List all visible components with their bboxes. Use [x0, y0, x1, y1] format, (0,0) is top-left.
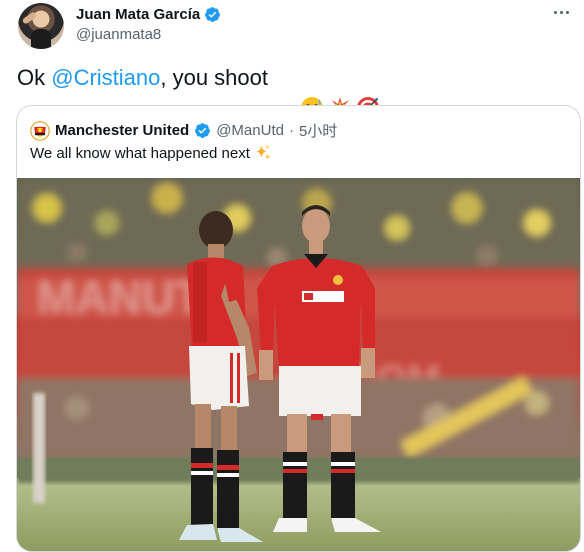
quoted-tweet-photo[interactable]: MANUTD COM	[17, 178, 580, 551]
avatar-shirt-detail	[31, 29, 51, 49]
quoted-tweet-text-content: We all know what happened next	[30, 144, 250, 162]
tweet-text-suffix: , you shoot	[160, 65, 269, 90]
verified-badge-icon	[195, 123, 211, 138]
stadium-scene-illustration: MANUTD COM	[17, 178, 580, 551]
quoted-tweet-time[interactable]: 5小时	[299, 120, 337, 141]
quoted-tweet-text: We all know what happened next	[30, 144, 272, 162]
sweat-smile-emoji-icon	[276, 66, 324, 119]
verified-badge-icon	[205, 7, 221, 22]
manchester-united-crest-icon[interactable]	[30, 120, 50, 141]
author-handle[interactable]: @juanmata8	[76, 26, 161, 43]
avatar-arm-detail	[21, 11, 38, 25]
more-options-button[interactable]	[548, 2, 574, 22]
author-name[interactable]: Juan Mata García	[76, 6, 200, 23]
tweet-text-prefix: Ok	[17, 65, 52, 90]
quoted-author-handle[interactable]: @ManUtd	[216, 122, 284, 139]
header-separator: ·	[288, 122, 294, 139]
collision-emoji-icon	[304, 66, 352, 119]
quoted-tweet-card[interactable]: Manchester United @ManUtd · 5小时 We all k…	[16, 105, 581, 552]
direct-hit-emoji-icon	[332, 66, 380, 119]
tweet-text: Ok @Cristiano , you shoot	[17, 63, 380, 119]
quoted-tweet-header: Manchester United @ManUtd · 5小时	[30, 120, 337, 141]
author-avatar[interactable]	[18, 3, 64, 49]
more-dot-icon	[559, 10, 563, 14]
quoted-author-name[interactable]: Manchester United	[55, 122, 189, 139]
sparkles-emoji-icon	[256, 144, 271, 160]
author-name-row[interactable]: Juan Mata García	[76, 6, 221, 23]
mention-link[interactable]: @Cristiano	[51, 63, 160, 93]
more-dot-icon	[565, 10, 569, 14]
more-dot-icon	[553, 10, 557, 14]
